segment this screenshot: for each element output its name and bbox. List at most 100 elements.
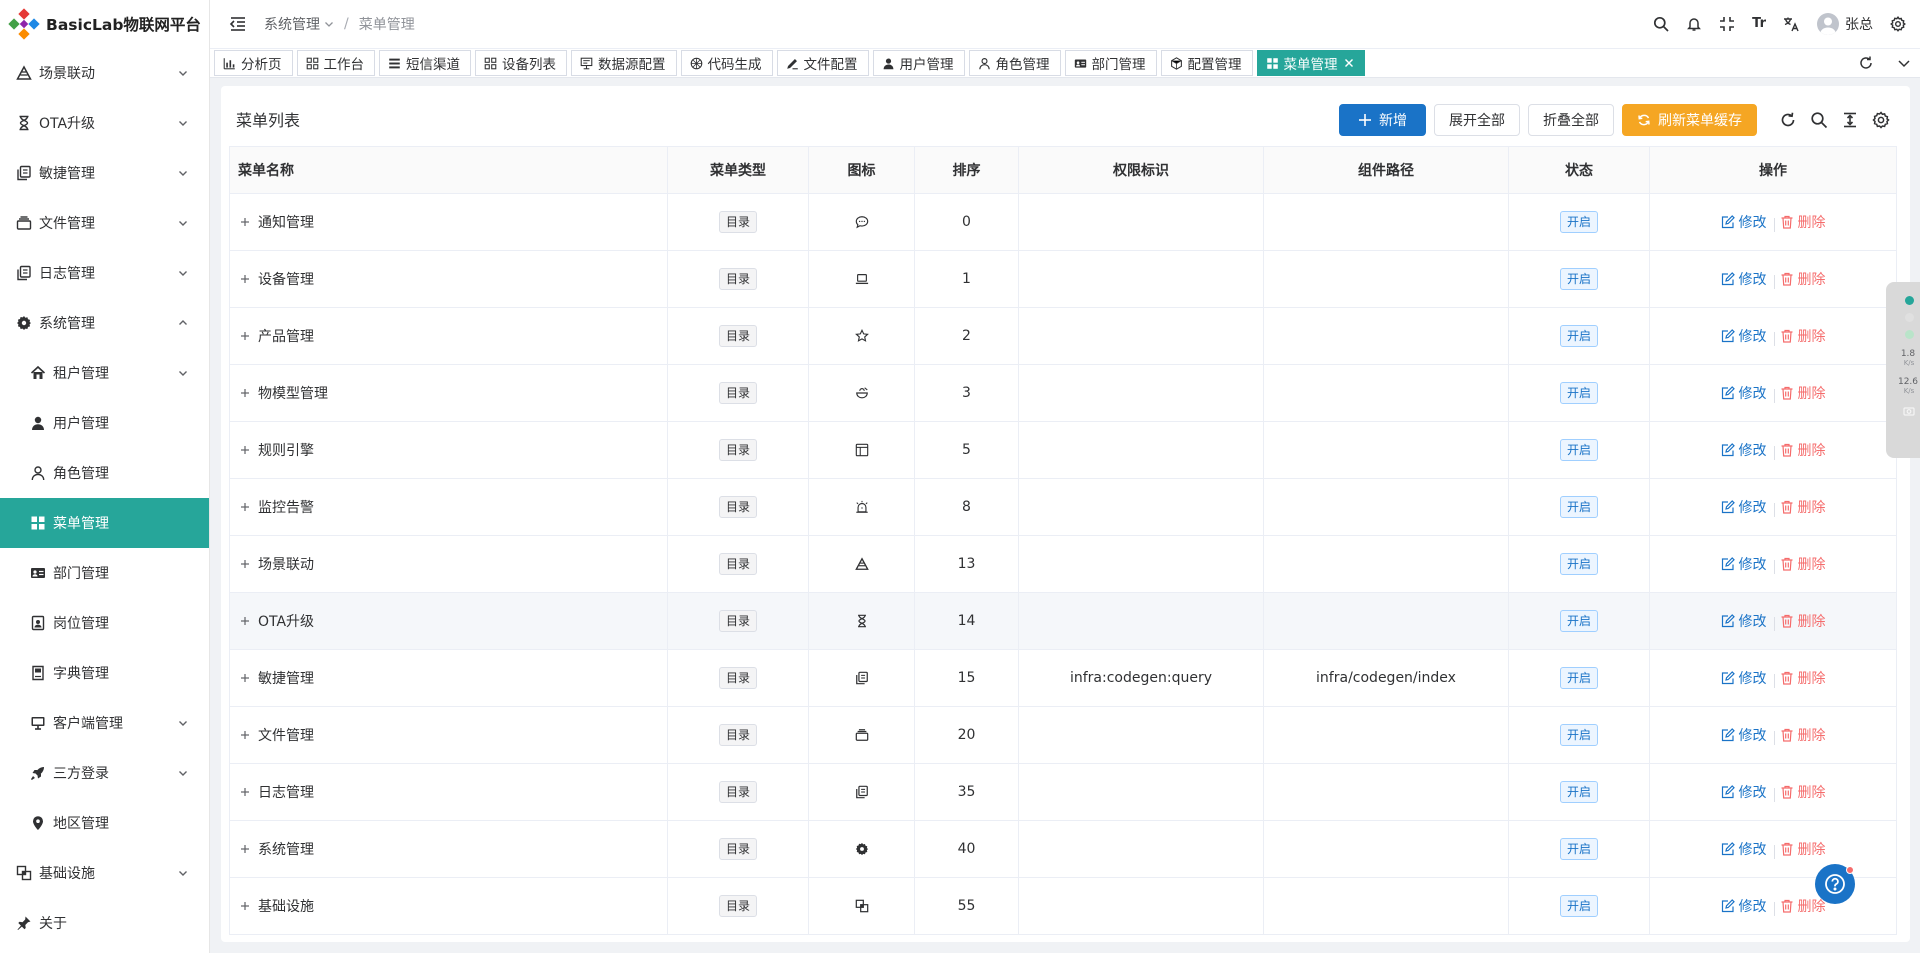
chevron-down-icon[interactable] (177, 867, 189, 879)
edit-button[interactable]: 修改 (1721, 839, 1767, 859)
edit-button[interactable]: 修改 (1721, 212, 1767, 232)
chevron-down-icon[interactable] (177, 717, 189, 729)
delete-button[interactable]: 删除 (1780, 611, 1826, 631)
tab[interactable]: 文件配置 (776, 50, 869, 76)
table-row[interactable]: 场景联动 目录 13 开启 修改 删除 (229, 535, 1897, 593)
expand-row-icon[interactable] (240, 331, 250, 341)
delete-button[interactable]: 删除 (1780, 725, 1826, 745)
fullscreen-icon[interactable] (1719, 16, 1735, 32)
sidebar-item[interactable]: 日志管理 (0, 248, 209, 298)
chevron-down-icon[interactable] (177, 367, 189, 379)
tab[interactable]: 代码生成 (680, 50, 773, 76)
table-row[interactable]: 通知管理 目录 0 开启 修改 删除 (229, 193, 1897, 251)
sidebar-item[interactable]: 敏捷管理 (0, 148, 209, 198)
table-row[interactable]: 文件管理 目录 20 开启 修改 删除 (229, 706, 1897, 764)
sidebar-item[interactable]: OTA升级 (0, 98, 209, 148)
user-name[interactable]: 张总 (1845, 14, 1873, 34)
sidebar-item[interactable]: 部门管理 (0, 548, 209, 598)
expand-row-icon[interactable] (240, 787, 250, 797)
settings-gear-icon[interactable] (1872, 111, 1890, 129)
expand-row-icon[interactable] (240, 502, 250, 512)
delete-button[interactable]: 删除 (1780, 896, 1826, 916)
network-speed-widget[interactable]: 1.8 K/s 12.6 K/s (1886, 282, 1920, 458)
tab-menu-chevron-down-icon[interactable] (1896, 55, 1912, 71)
chevron-down-icon[interactable] (177, 167, 189, 179)
tab[interactable]: 菜单管理 (1256, 50, 1365, 76)
tab[interactable]: 分析页 (214, 50, 293, 76)
delete-button[interactable]: 删除 (1780, 269, 1826, 289)
sidebar-item[interactable]: 关于 (0, 898, 209, 948)
expand-row-icon[interactable] (240, 616, 250, 626)
chevron-down-icon[interactable] (177, 767, 189, 779)
sidebar-item[interactable]: 系统管理 (0, 298, 209, 348)
add-button[interactable]: 新增 (1339, 104, 1426, 136)
settings-gear-icon[interactable] (1890, 16, 1906, 32)
edit-button[interactable]: 修改 (1721, 326, 1767, 346)
tab[interactable]: 工作台 (296, 50, 375, 76)
table-row[interactable]: 敏捷管理 目录 15 infra:codegen:query infra/codegen… (229, 649, 1897, 707)
tab[interactable]: 用户管理 (872, 50, 965, 76)
table-row[interactable]: 基础设施 目录 55 开启 修改 删除 (229, 877, 1897, 935)
tab[interactable]: 设备列表 (475, 50, 567, 76)
chevron-down-icon[interactable] (177, 67, 189, 79)
search-icon[interactable] (1653, 16, 1669, 32)
sidebar-item[interactable]: 地区管理 (0, 798, 209, 848)
chevron-up-icon[interactable] (177, 317, 189, 329)
help-button[interactable] (1815, 864, 1855, 904)
tab[interactable]: 配置管理 (1160, 50, 1253, 76)
tab[interactable]: 数据源配置 (571, 50, 677, 76)
edit-button[interactable]: 修改 (1721, 497, 1767, 517)
reload-icon[interactable] (1779, 111, 1797, 129)
sidebar-item[interactable]: 三方登录 (0, 748, 209, 798)
delete-button[interactable]: 删除 (1780, 440, 1826, 460)
expand-row-icon[interactable] (240, 274, 250, 284)
table-row[interactable]: 设备管理 目录 1 开启 修改 删除 (229, 250, 1897, 308)
column-height-icon[interactable] (1841, 111, 1859, 129)
tab[interactable]: 角色管理 (968, 50, 1061, 76)
table-row[interactable]: 物模型管理 目录 3 开启 修改 删除 (229, 364, 1897, 422)
edit-button[interactable]: 修改 (1721, 782, 1767, 802)
delete-button[interactable]: 删除 (1780, 497, 1826, 517)
sidebar-item[interactable]: 用户管理 (0, 398, 209, 448)
table-row[interactable]: OTA升级 目录 14 开启 修改 删除 (229, 592, 1897, 650)
sidebar-item[interactable]: 角色管理 (0, 448, 209, 498)
sidebar-item[interactable]: 岗位管理 (0, 598, 209, 648)
delete-button[interactable]: 删除 (1780, 839, 1826, 859)
delete-button[interactable]: 删除 (1780, 782, 1826, 802)
expand-row-icon[interactable] (240, 217, 250, 227)
translate-icon[interactable] (1783, 16, 1799, 32)
chevron-down-icon[interactable] (177, 117, 189, 129)
refresh-cache-button[interactable]: 刷新菜单缓存 (1622, 104, 1757, 136)
sidebar-item[interactable]: 字典管理 (0, 648, 209, 698)
delete-button[interactable]: 删除 (1780, 383, 1826, 403)
edit-button[interactable]: 修改 (1721, 383, 1767, 403)
expand-row-icon[interactable] (240, 730, 250, 740)
table-row[interactable]: 产品管理 目录 2 开启 修改 删除 (229, 307, 1897, 365)
font-size-icon[interactable]: Tr (1752, 16, 1766, 32)
delete-button[interactable]: 删除 (1780, 326, 1826, 346)
bell-icon[interactable] (1686, 16, 1702, 32)
expand-row-icon[interactable] (240, 559, 250, 569)
chevron-down-icon[interactable] (324, 19, 334, 29)
edit-button[interactable]: 修改 (1721, 554, 1767, 574)
edit-button[interactable]: 修改 (1721, 668, 1767, 688)
collapse-all-button[interactable]: 折叠全部 (1528, 104, 1614, 136)
camera-icon[interactable] (1903, 405, 1915, 417)
delete-button[interactable]: 删除 (1780, 668, 1826, 688)
menu-fold-icon[interactable] (228, 14, 248, 34)
sidebar-item[interactable]: 文件管理 (0, 198, 209, 248)
sidebar-item[interactable]: 菜单管理 (0, 498, 209, 548)
expand-row-icon[interactable] (240, 445, 250, 455)
breadcrumb-item-system[interactable]: 系统管理 (264, 14, 320, 34)
edit-button[interactable]: 修改 (1721, 440, 1767, 460)
tab[interactable]: 部门管理 (1064, 50, 1157, 76)
expand-row-icon[interactable] (240, 673, 250, 683)
table-row[interactable]: 监控告警 目录 8 开启 修改 删除 (229, 478, 1897, 536)
edit-button[interactable]: 修改 (1721, 611, 1767, 631)
expand-row-icon[interactable] (240, 388, 250, 398)
expand-row-icon[interactable] (240, 844, 250, 854)
sidebar-item[interactable]: 场景联动 (0, 48, 209, 98)
edit-button[interactable]: 修改 (1721, 896, 1767, 916)
edit-button[interactable]: 修改 (1721, 725, 1767, 745)
avatar[interactable] (1817, 13, 1839, 35)
